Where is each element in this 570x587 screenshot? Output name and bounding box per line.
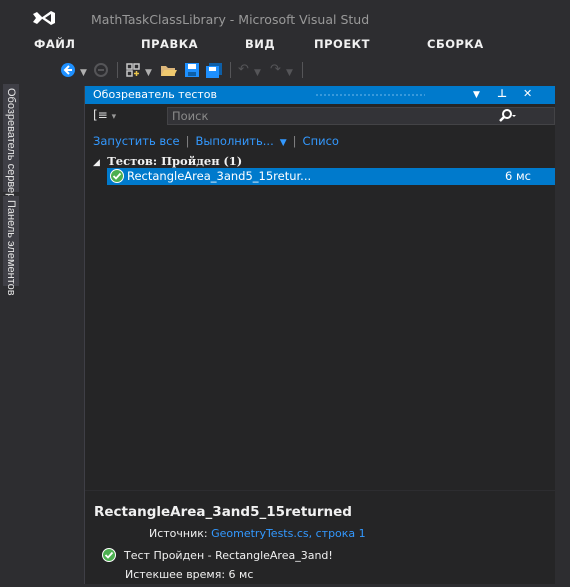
menu-view[interactable]: ВИД	[245, 37, 275, 51]
panel-drag-grip[interactable]	[315, 93, 425, 97]
panel-menu-dropdown-icon[interactable]: ▼	[473, 90, 480, 100]
open-folder-icon[interactable]	[160, 62, 178, 78]
title-bar: MathTaskClassLibrary - Microsoft Visual …	[0, 0, 570, 36]
menu-project[interactable]: ПРОЕКТ	[314, 37, 370, 51]
menu-edit[interactable]: ПРАВКА	[141, 37, 198, 51]
passed-check-icon	[110, 169, 124, 183]
detail-test-name: RectangleArea_3and5_15returned	[94, 504, 352, 520]
side-tab-strip: Обозреватель серверов Панель элементов	[0, 84, 19, 587]
detail-source: Источник: GeometryTests.cs, строка 1	[149, 527, 366, 540]
run-all-link[interactable]: Запустить все	[93, 134, 180, 148]
menu-file[interactable]: ФАЙЛ	[34, 37, 75, 51]
test-explorer-panel: Обозреватель тестов ▼ ⊥ ✕ [≡ ▾ Поиск Зап…	[84, 86, 555, 584]
visual-studio-logo-icon	[33, 11, 55, 25]
run-link[interactable]: Выполнить...	[195, 134, 273, 148]
run-dropdown-icon[interactable]: ▼	[280, 138, 287, 148]
search-icon[interactable]	[495, 107, 517, 125]
test-group-passed[interactable]: ◢ Тестов: Пройден (1)	[93, 154, 242, 168]
menu-build[interactable]: СБОРКА	[427, 37, 484, 51]
new-project-icon[interactable]	[125, 62, 141, 78]
toolbar: ▼ ▼ ↶ ▼ ↷ ▼	[0, 58, 570, 84]
action-links: Запустить все | Выполнить... ▼ | Списо	[93, 134, 339, 148]
undo-dropdown-icon[interactable]: ▼	[254, 65, 261, 81]
group-by-icon[interactable]: [≡ ▾	[93, 108, 116, 122]
toolbar-separator-2	[230, 62, 231, 78]
menu-bar: ФАЙЛ ПРАВКА ВИД ПРОЕКТ СБОРКА	[0, 36, 570, 58]
search-input[interactable]: Поиск	[167, 107, 555, 125]
test-name: RectangleArea_3and5_15retur...	[127, 169, 312, 183]
test-row[interactable]: RectangleArea_3and5_15retur... 6 мс	[107, 168, 555, 185]
undo-icon[interactable]: ↶	[238, 62, 249, 78]
redo-dropdown-icon[interactable]: ▼	[286, 65, 293, 81]
panel-title: Обозреватель тестов	[93, 88, 218, 101]
panel-header: Обозреватель тестов ▼ ⊥ ✕	[85, 86, 555, 104]
toolbox-label: Панель элементов	[5, 200, 17, 296]
source-label: Источник:	[149, 527, 208, 540]
close-icon[interactable]: ✕	[523, 87, 532, 100]
pin-icon[interactable]: ⊥	[497, 87, 507, 100]
visual-studio-window: MathTaskClassLibrary - Microsoft Visual …	[0, 0, 570, 587]
server-explorer-tab[interactable]: Обозреватель серверов	[1, 84, 19, 211]
result-text: Тест Пройден - RectangleArea_3and!	[124, 549, 333, 562]
playlist-link[interactable]: Списо	[303, 134, 339, 148]
action-separator: |	[185, 134, 190, 148]
server-explorer-label: Обозреватель серверов	[5, 88, 17, 212]
forward-arrow-icon[interactable]	[93, 62, 109, 78]
detail-result: Тест Пройден - RectangleArea_3and!	[102, 548, 333, 562]
dropdown-icon[interactable]: ▼	[80, 65, 87, 81]
toolbar-separator-3	[302, 62, 303, 78]
group-count: (1)	[223, 154, 243, 168]
save-all-icon[interactable]	[205, 62, 223, 78]
search-placeholder: Поиск	[172, 109, 209, 123]
test-duration: 6 мс	[505, 169, 531, 183]
group-label: Тестов: Пройден	[107, 154, 220, 168]
toolbox-tab[interactable]: Панель элементов	[1, 196, 19, 296]
collapse-icon[interactable]: ◢	[93, 158, 100, 168]
back-arrow-icon[interactable]	[60, 62, 76, 78]
result-passed-icon	[102, 548, 116, 562]
search-row: [≡ ▾ Поиск	[85, 105, 555, 127]
window-title: MathTaskClassLibrary - Microsoft Visual …	[91, 12, 370, 27]
redo-icon[interactable]: ↷	[270, 62, 281, 78]
toolbar-separator	[117, 62, 118, 78]
action-separator-2: |	[292, 134, 297, 148]
details-divider[interactable]	[85, 490, 555, 491]
new-dropdown-icon[interactable]: ▼	[145, 65, 152, 81]
detail-elapsed: Истекшее время: 6 мс	[125, 568, 254, 581]
source-link[interactable]: GeometryTests.cs, строка 1	[211, 527, 366, 540]
save-icon[interactable]	[184, 62, 200, 78]
